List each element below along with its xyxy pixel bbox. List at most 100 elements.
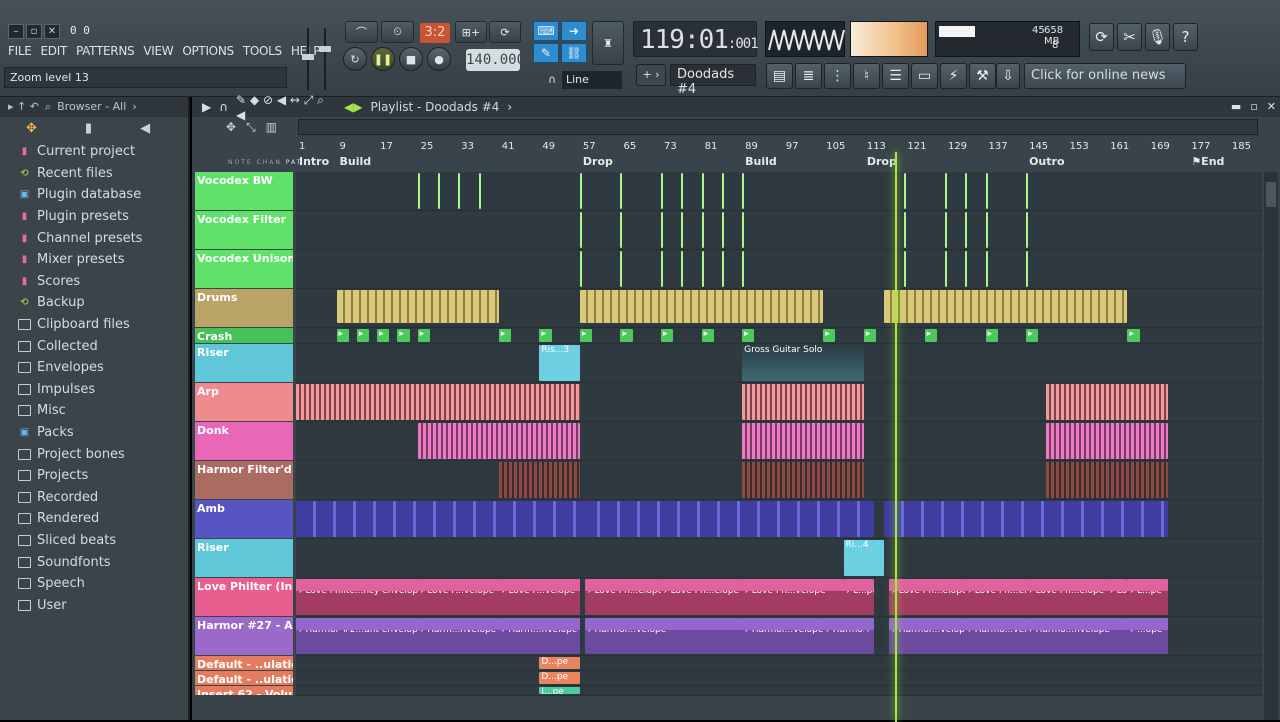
track-header[interactable]: Drums <box>195 289 293 327</box>
metronome-button[interactable]: ⌒ <box>345 21 378 43</box>
pattern-clip[interactable]: ↗Love Ph...velope <box>1107 579 1128 615</box>
browser-item[interactable]: Soundfonts <box>0 551 188 573</box>
track-lane[interactable] <box>296 461 1262 500</box>
pattern-clip[interactable] <box>1046 384 1169 420</box>
pattern-clip[interactable]: ↗Love P...velope <box>498 579 580 615</box>
pattern-clip[interactable]: ↗Love Ph...elope <box>1026 579 1108 615</box>
pattern-clip[interactable]: Ris...3 <box>539 345 580 381</box>
pattern-clip[interactable]: ▸ <box>620 329 633 342</box>
pattern-clip[interactable]: ↗Love Ph...elope <box>965 579 1027 615</box>
browser-item[interactable]: ▮ Mixer presets <box>0 249 188 271</box>
track-lane[interactable]: ↗Love Philte...ncy envelope ↗Love P...vel… <box>296 578 1262 617</box>
pattern-clip[interactable]: D...pe <box>539 672 580 684</box>
browser-item[interactable]: ▮ Channel presets <box>0 227 188 249</box>
pattern-clip[interactable] <box>478 173 481 209</box>
menu-file[interactable]: FILE <box>8 44 32 58</box>
loop-mode-icon[interactable]: ↻ <box>343 47 367 71</box>
pause-button[interactable]: ❚❚ <box>371 47 395 71</box>
pattern-clip[interactable]: ▸ <box>579 329 593 342</box>
track-header[interactable]: Default - ..ulation X <box>195 671 293 685</box>
pattern-clip[interactable] <box>721 212 724 248</box>
track-header[interactable]: Riser <box>195 539 293 577</box>
magnet-icon[interactable]: ∩ <box>548 73 556 86</box>
pattern-clip[interactable]: ▸ <box>417 329 430 342</box>
title-arrow-icon[interactable]: › <box>507 100 512 114</box>
pattern-clip[interactable]: ↗Harmor...velope <box>889 618 966 654</box>
pattern-clip[interactable] <box>458 173 461 209</box>
playlist-tools[interactable]: ✎ ◆ ⊘ ◀ ↔ ⤢ ⌕ ◀ <box>236 93 336 122</box>
piano-roll-icon[interactable]: ≣ <box>795 63 822 89</box>
track-lane[interactable]: I...pe <box>296 686 1262 696</box>
timeline-marker[interactable]: Outro <box>1029 155 1064 168</box>
pattern-clip[interactable]: ↗Harmor #2...unt envelope <box>296 618 418 654</box>
track-header[interactable]: Riser <box>195 344 293 382</box>
track-header[interactable]: Default - ..ulation X <box>195 656 293 670</box>
pattern-clip[interactable]: ↗...ope <box>863 618 874 654</box>
browser-item[interactable]: Clipboard files <box>0 314 188 336</box>
pattern-clip[interactable] <box>1046 423 1169 459</box>
minimize-icon[interactable]: – <box>8 24 24 39</box>
browser-arrow-right-icon[interactable]: › <box>132 100 136 114</box>
pattern-clip[interactable] <box>701 173 704 209</box>
pattern-clip[interactable] <box>296 384 580 420</box>
pattern-clip[interactable] <box>742 173 745 209</box>
tempo-display[interactable]: 140.000 <box>466 49 525 71</box>
pattern-clip[interactable]: ▸ <box>539 329 552 342</box>
timeline-marker[interactable]: Drop <box>583 155 613 168</box>
track-lane[interactable]: ↗Harmor #2...unt envelope ↗Harm...nvelope… <box>296 617 1262 656</box>
track-header[interactable]: Vocodex Filter <box>195 211 293 249</box>
track-header[interactable]: Insert 62 - Volume <box>195 686 293 695</box>
pattern-selector-arrows[interactable]: + › <box>636 64 666 86</box>
browser-icon[interactable]: ▭ <box>911 63 938 89</box>
browser-item[interactable]: Impulses <box>0 379 188 401</box>
track-lane[interactable] <box>296 289 1262 328</box>
pattern-clip[interactable] <box>944 173 947 209</box>
pattern-clip[interactable] <box>965 251 968 287</box>
pattern-clip[interactable] <box>904 212 907 248</box>
track-header[interactable]: Vocodex Unison <box>195 250 293 288</box>
file-icon[interactable]: ▮ <box>85 121 92 137</box>
menu-options[interactable]: OPTIONS <box>182 44 234 58</box>
pattern-clip[interactable]: ▸ <box>863 329 876 342</box>
track-lane[interactable] <box>296 422 1262 461</box>
browser-item[interactable]: ▮ Current project <box>0 141 188 163</box>
timeline-marker[interactable]: Build <box>745 155 777 168</box>
track-lane[interactable] <box>296 250 1262 289</box>
pattern-clip[interactable] <box>1026 251 1029 287</box>
pattern-clip[interactable]: ▸ <box>742 329 755 342</box>
pattern-clip[interactable]: ↗L...pe <box>843 579 874 615</box>
pattern-clip[interactable]: ↗Love Ph...elope <box>661 579 743 615</box>
pattern-clip[interactable]: ↗Love Ph...velope <box>742 579 844 615</box>
track-header[interactable]: Love Philter (Insert... <box>195 578 293 616</box>
microphone-icon[interactable]: 🎙 <box>1145 23 1170 51</box>
pattern-clip[interactable] <box>417 423 580 459</box>
timeline-marker[interactable]: Drop <box>867 155 897 168</box>
browser-item[interactable]: Project bones <box>0 443 188 465</box>
track-header[interactable]: Arp <box>195 383 293 421</box>
pattern-clip[interactable] <box>944 251 947 287</box>
track-header[interactable]: Crash <box>195 328 293 343</box>
pattern-selector[interactable]: Doodads #4 <box>670 64 756 97</box>
pattern-clip[interactable] <box>985 173 988 209</box>
track-header[interactable]: Harmor Filter'd <box>195 461 293 499</box>
pattern-clip[interactable] <box>417 173 420 209</box>
pattern-clip[interactable]: ↗Harmo...velope <box>823 618 864 654</box>
playhead[interactable] <box>895 152 897 722</box>
link-icon[interactable]: ⛓ <box>561 43 587 63</box>
track-header[interactable]: Vocodex BW <box>195 172 293 210</box>
pattern-clip[interactable]: ↗Love Philte...ncy envelope <box>296 579 418 615</box>
pattern-clip[interactable]: ↗Harmor...velope <box>584 618 743 654</box>
pattern-clip[interactable]: ▸ <box>924 329 937 342</box>
help-icon[interactable]: ? <box>1173 23 1198 51</box>
channel-rack-icon[interactable]: ⋮ <box>824 63 851 89</box>
horizontal-scrollbar[interactable] <box>298 119 1258 135</box>
pattern-clip[interactable]: Ri...4 <box>843 540 885 576</box>
pattern-clip[interactable] <box>661 251 664 287</box>
timeline-marker[interactable]: Build <box>340 155 372 168</box>
pattern-clip[interactable] <box>884 501 1169 537</box>
play-arrow-icon[interactable]: ▶ <box>202 100 211 114</box>
pattern-clip[interactable] <box>742 251 745 287</box>
vertical-scrollbar[interactable] <box>1264 172 1278 720</box>
pattern-clip[interactable] <box>1026 212 1029 248</box>
pattern-clip[interactable]: ▸ <box>661 329 674 342</box>
